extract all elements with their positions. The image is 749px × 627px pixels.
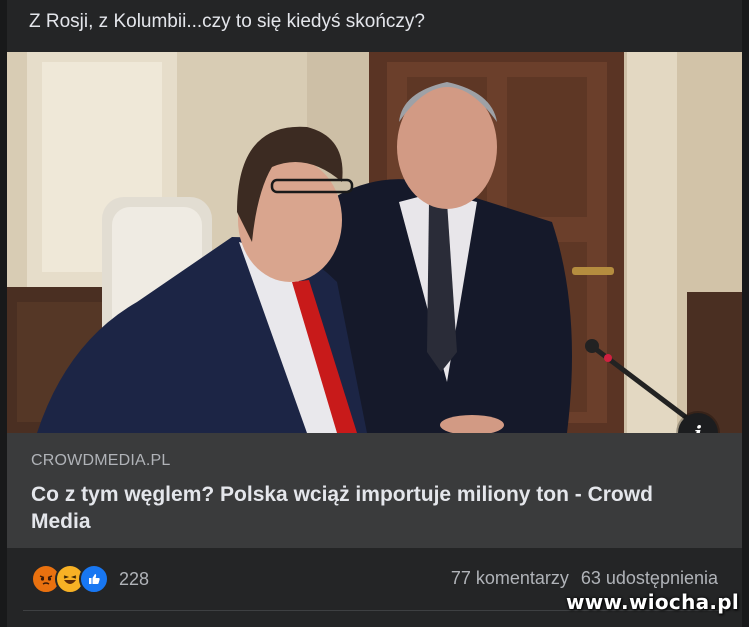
post-text: Z Rosji, z Kolumbii...czy to się kiedyś …: [29, 11, 425, 32]
comments-count[interactable]: 77 komentarzy: [451, 568, 569, 589]
post-card: Z Rosji, z Kolumbii...czy to się kiedyś …: [7, 0, 742, 627]
link-headline[interactable]: Co z tym węglem? Polska wciąż importuje …: [31, 481, 691, 535]
shares-count[interactable]: 63 udostępnienia: [581, 568, 718, 589]
watermark: www.wiocha.pl: [566, 590, 740, 614]
link-domain: CROWDMEDIA.PL: [31, 452, 171, 469]
post-stats: 77 komentarzy 63 udostępnienia: [451, 568, 718, 589]
reaction-count: 228: [119, 568, 150, 589]
link-preview-image[interactable]: [7, 52, 742, 433]
reactions-summary[interactable]: 228: [31, 564, 150, 594]
link-preview[interactable]: CROWDMEDIA.PL Co z tym węglem? Polska wc…: [7, 433, 742, 548]
photo-illustration: [7, 52, 742, 433]
like-icon: [79, 564, 109, 594]
